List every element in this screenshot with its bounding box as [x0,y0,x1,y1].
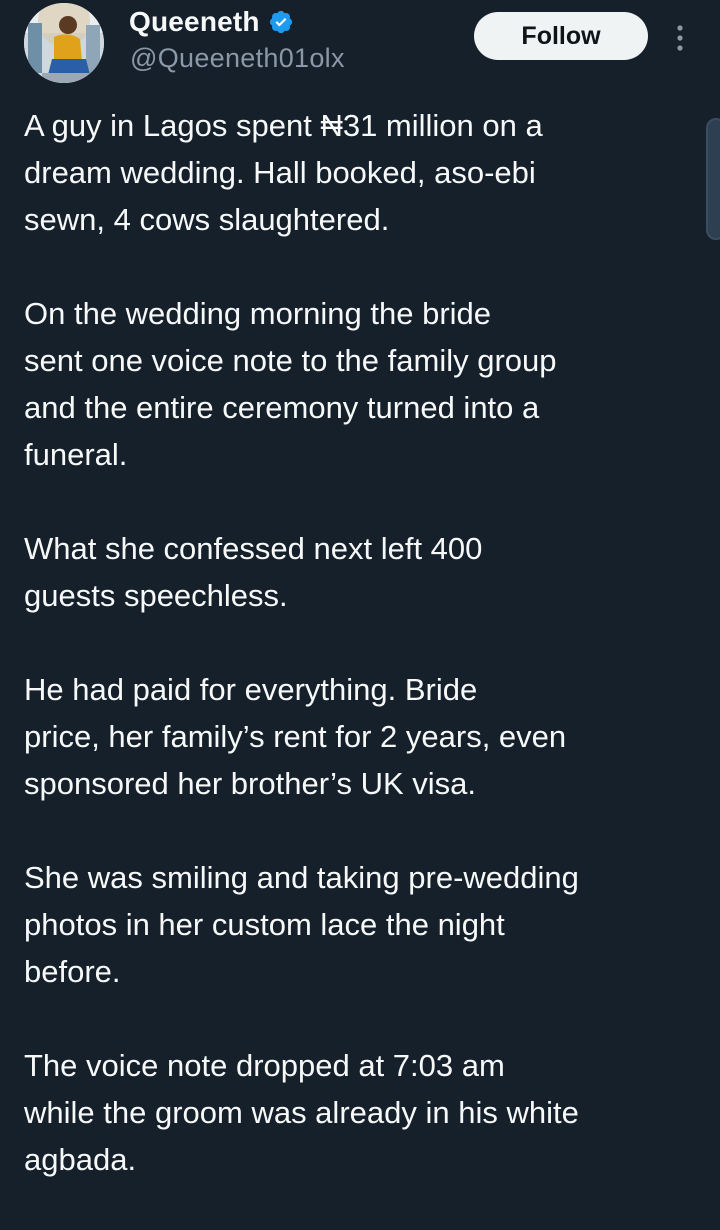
tweet-paragraph: He had paid for everything. Bride price,… [24,672,567,801]
more-vertical-icon[interactable] [668,22,692,54]
avatar-photo-icon [24,3,104,83]
verified-badge-icon [268,9,294,35]
tweet-paragraph: She was smiling and taking pre-wedding p… [24,860,579,989]
tweet-header: Queeneth @Queeneth01olx Follow [0,0,720,100]
tweet-text: A guy in Lagos spent ₦31 million on a dr… [24,102,700,1230]
author-handle[interactable]: @Queeneth01olx [130,43,345,74]
tweet-paragraph: What she confessed next left 400 guests … [24,531,483,613]
avatar[interactable] [24,3,104,83]
tweet-paragraph: On the wedding morning the bride sent on… [24,296,557,472]
display-name[interactable]: Queeneth [129,6,260,38]
follow-button[interactable]: Follow [474,12,648,60]
tweet-paragraph: The voice note dropped at 7:03 am while … [24,1048,579,1177]
scrollbar-handle[interactable] [706,118,720,240]
author-name-row[interactable]: Queeneth [129,6,294,38]
tweet-paragraph: A guy in Lagos spent ₦31 million on a dr… [24,108,543,237]
